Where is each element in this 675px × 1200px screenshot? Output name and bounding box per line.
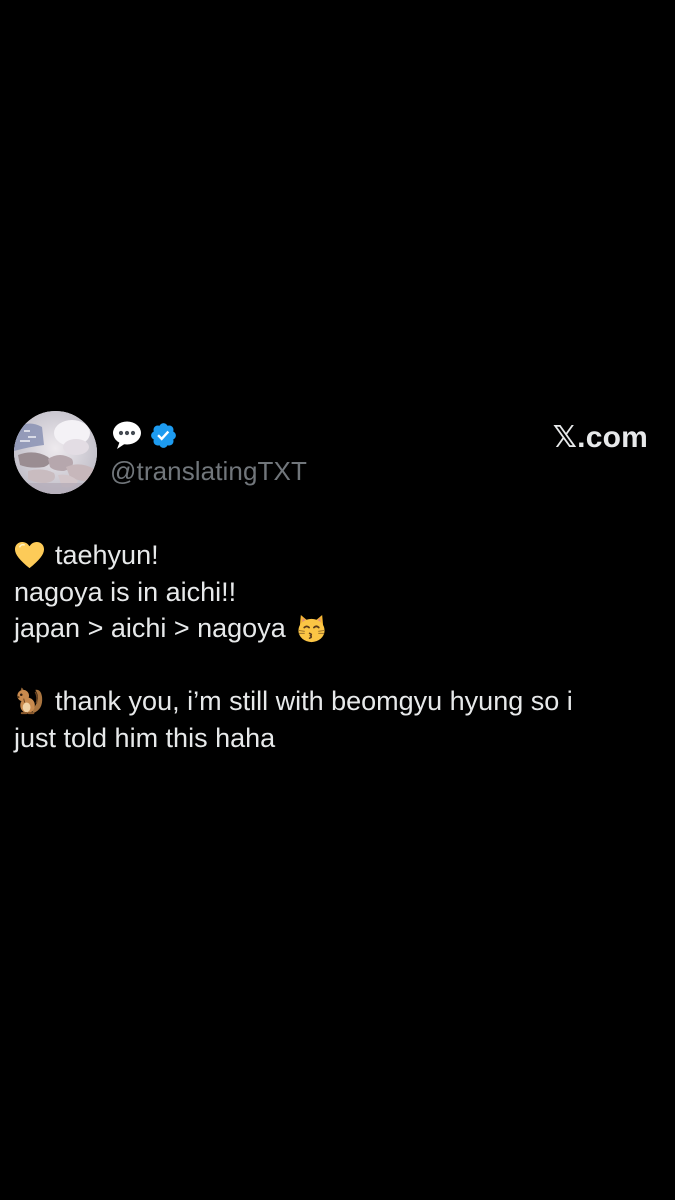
avatar-photo: [14, 411, 97, 494]
tweet-line: just told him this haha: [14, 720, 661, 757]
speech-balloon-icon: [113, 421, 141, 449]
user-handle[interactable]: @translatingTXT: [110, 455, 307, 487]
tweet-line: taehyun!: [14, 537, 661, 574]
yellow-heart-icon: [14, 541, 45, 568]
avatar[interactable]: [14, 411, 97, 494]
kissing-cat-icon: [298, 614, 325, 642]
tweet-line-text: nagoya is in aichi!!: [14, 576, 237, 607]
tweet-line: japan > aichi > nagoya: [14, 610, 661, 647]
x-com-watermark: 𝕏.com: [552, 421, 648, 454]
tweet-line-text: just told him this haha: [14, 722, 276, 753]
verified-badge-icon[interactable]: [149, 421, 178, 450]
display-name-row: [111, 418, 178, 452]
tweet-line-text: thank you, i’m still with beomgyu hyung …: [55, 686, 573, 716]
tweet-text: taehyun! nagoya is in aichi!! japan > ai…: [14, 537, 661, 756]
post-screenshot: @translatingTXT 𝕏.com taehyun! nagoya is…: [0, 0, 675, 1200]
tweet-line: nagoya is in aichi!!: [14, 574, 661, 611]
tweet-line-text: taehyun!: [55, 540, 159, 570]
post-header: @translatingTXT 𝕏.com: [14, 411, 661, 497]
tweet-line-text: japan > aichi > nagoya: [14, 613, 286, 643]
tweet-line: thank you, i’m still with beomgyu hyung …: [14, 683, 661, 720]
chipmunk-icon: [17, 687, 43, 714]
